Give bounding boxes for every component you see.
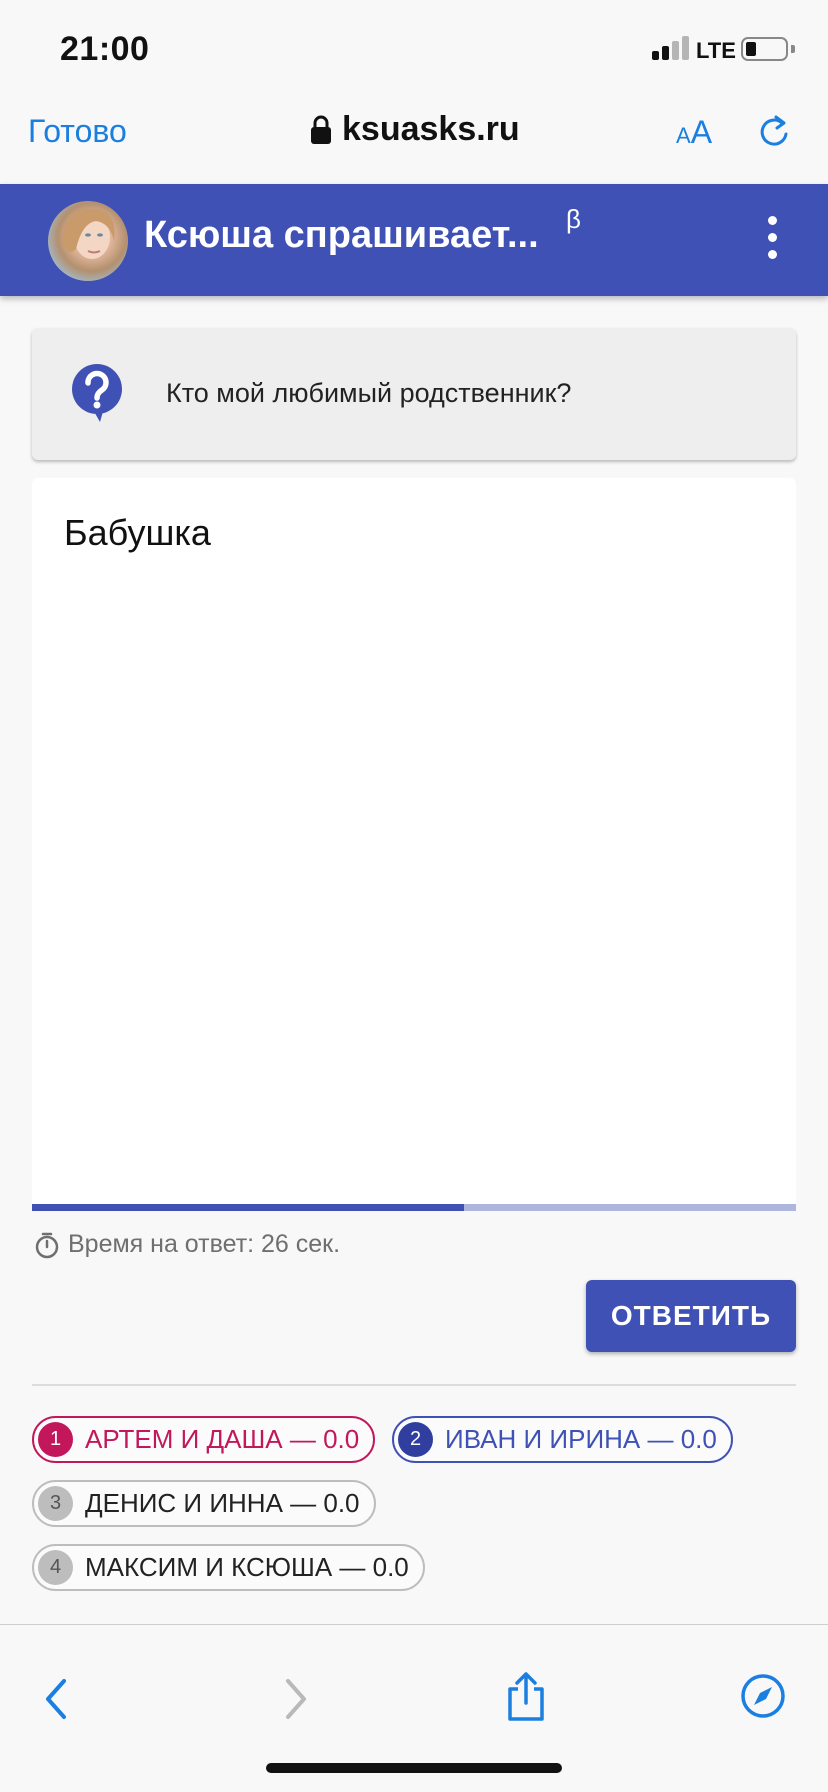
time-progress-fill bbox=[32, 1204, 464, 1211]
question-card: Кто мой любимый родственник? bbox=[32, 328, 796, 460]
question-text: Кто мой любимый родственник? bbox=[166, 378, 572, 408]
beta-badge: β bbox=[566, 204, 581, 234]
forward-icon[interactable] bbox=[280, 1677, 310, 1721]
url-text: ksuasks.ru bbox=[342, 110, 520, 148]
network-label: LTE bbox=[696, 38, 736, 63]
team-rank: 4 bbox=[38, 1550, 73, 1585]
team-label: МАКСИМ И КСЮША — 0.0 bbox=[85, 1552, 409, 1582]
question-bubble-icon bbox=[72, 364, 122, 422]
browser-nav-bar: Готово ksuasks.ru AA bbox=[0, 90, 828, 184]
team-rank: 1 bbox=[38, 1422, 73, 1457]
team-label: ИВАН И ИРИНА — 0.0 bbox=[445, 1424, 717, 1454]
stopwatch-icon bbox=[35, 1232, 59, 1258]
battery-cap bbox=[791, 45, 795, 53]
app-header: Ксюша спрашивает... β bbox=[0, 184, 828, 296]
answer-value: Бабушка bbox=[64, 512, 211, 553]
answer-textarea[interactable]: Бабушка bbox=[32, 478, 796, 1206]
reload-icon[interactable] bbox=[756, 112, 794, 152]
status-bar: 21:00 LTE bbox=[0, 0, 828, 90]
app-title: Ксюша спрашивает... bbox=[144, 214, 539, 256]
signal-icon bbox=[652, 36, 690, 60]
timer: Время на ответ: 26 сек. bbox=[34, 1230, 340, 1259]
team-rank: 3 bbox=[38, 1486, 73, 1521]
submit-answer-button[interactable]: ОТВЕТИТЬ bbox=[586, 1280, 796, 1352]
share-icon[interactable] bbox=[504, 1671, 548, 1723]
url-bar[interactable]: ksuasks.ru bbox=[310, 110, 520, 149]
divider bbox=[32, 1384, 796, 1386]
team-rank: 2 bbox=[398, 1422, 433, 1457]
more-vert-icon[interactable] bbox=[760, 214, 784, 264]
team-chip-1[interactable]: 1 АРТЕМ И ДАША — 0.0 bbox=[32, 1416, 376, 1463]
team-chip-2[interactable]: 2 ИВАН И ИРИНА — 0.0 bbox=[392, 1416, 733, 1463]
time-progress-bar bbox=[32, 1204, 796, 1211]
battery-icon bbox=[741, 37, 788, 61]
lock-icon bbox=[311, 115, 331, 144]
timer-label: Время на ответ: 26 сек. bbox=[68, 1230, 341, 1258]
compass-icon[interactable] bbox=[740, 1673, 786, 1719]
text-size-large: A bbox=[690, 114, 713, 150]
avatar bbox=[48, 201, 128, 281]
text-size-button[interactable]: AA bbox=[676, 114, 712, 151]
back-icon[interactable] bbox=[42, 1677, 72, 1721]
team-label: АРТЕМ И ДАША — 0.0 bbox=[85, 1424, 360, 1454]
team-chip-3[interactable]: 3 ДЕНИС И ИННА — 0.0 bbox=[32, 1480, 376, 1527]
home-indicator bbox=[266, 1763, 562, 1773]
team-chip-4[interactable]: 4 МАКСИМ И КСЮША — 0.0 bbox=[32, 1544, 425, 1591]
status-time: 21:00 bbox=[60, 30, 150, 68]
text-size-small: A bbox=[676, 123, 691, 148]
team-label: ДЕНИС И ИННА — 0.0 bbox=[85, 1488, 360, 1518]
done-button[interactable]: Готово bbox=[28, 113, 127, 150]
